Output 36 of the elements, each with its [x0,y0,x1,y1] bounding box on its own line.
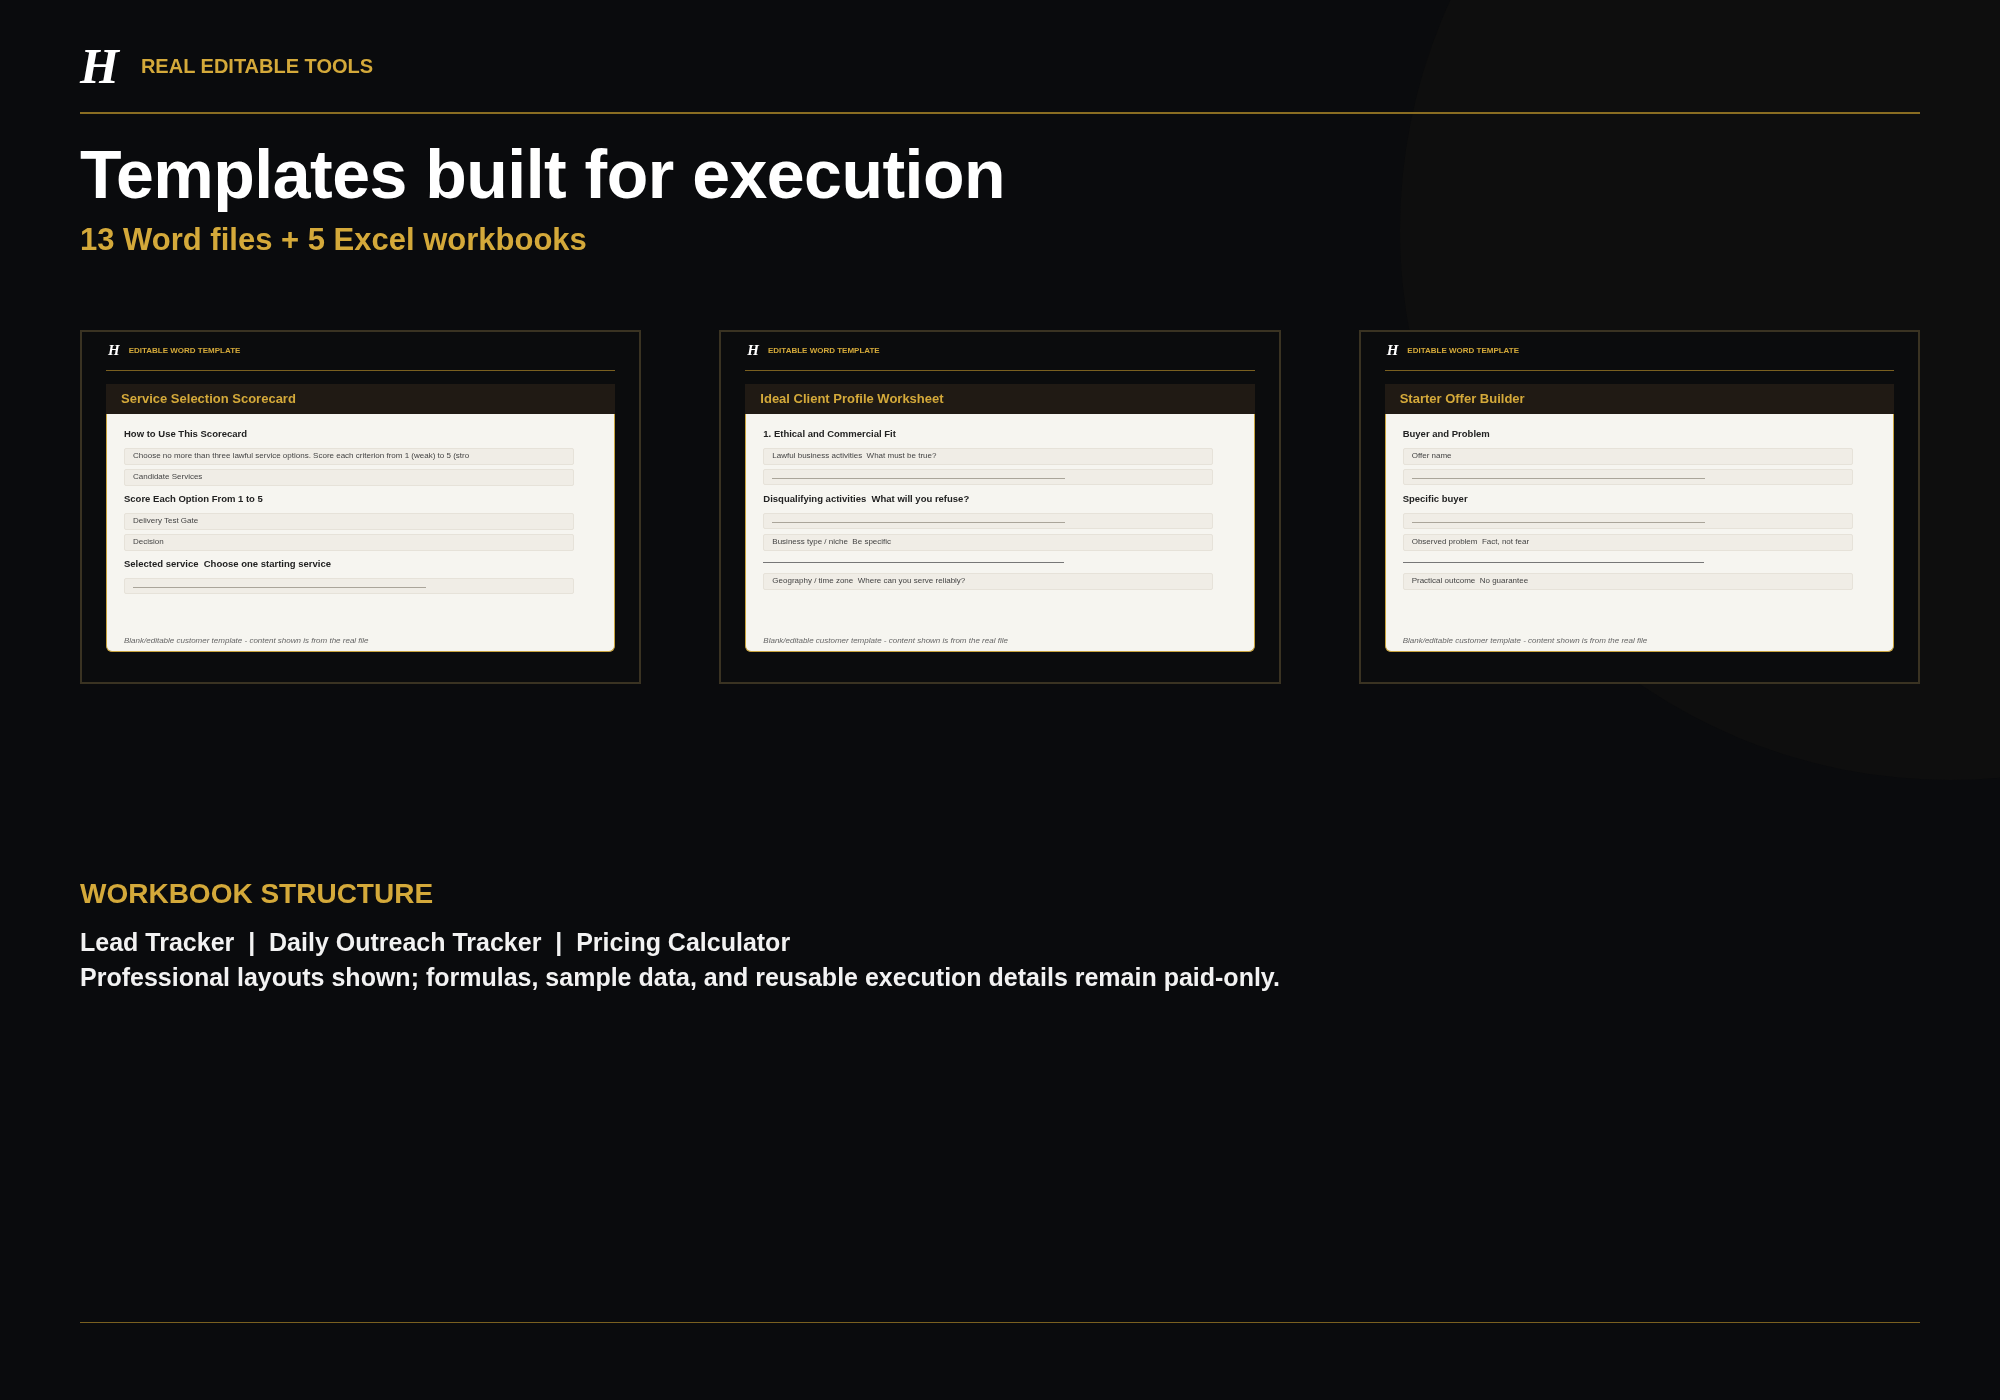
section-heading: WORKBOOK STRUCTURE [80,877,435,910]
section-heading: Disqualifying activities What will you refuse? [763,492,971,504]
section-heading: Specific buyer [1402,492,1469,504]
logo: H [747,342,759,360]
form-field: Geography / time zone Where can you serve reliably? [763,572,1214,590]
subtitle: 13 Word files + 5 Excel workbooks [80,221,588,258]
form-field: Candidate Services [124,468,574,486]
footnote: Blank/editable customer template - content shown is from the real file [124,635,369,645]
description-text: Lead Tracker | Daily Outreach Tracker | Pricing Calculator [80,927,792,957]
document-title: Service Selection Scorecard [106,383,616,414]
logo: H [1386,342,1399,360]
section-heading: Selected service Choose one starting service [124,557,332,569]
section-heading: Buyer and Problem [1402,427,1491,439]
template-label: EDITABLE WORD TEMPLATE [768,346,880,356]
brand-label: REAL EDITABLE TOOLS [140,54,374,78]
page-title: Templates built for execution [80,135,1007,214]
footnote: Blank/editable customer template - content shown is from the real file [763,635,1008,645]
form-field: Observed problem Fact, not fear [1402,533,1853,551]
document-title: Ideal Client Profile Worksheet [745,383,1255,414]
logo: H [108,342,120,360]
template-label: EDITABLE WORD TEMPLATE [128,346,241,356]
logo: H [80,41,119,91]
template-label: EDITABLE WORD TEMPLATE [1407,346,1520,356]
form-field: Delivery Test Gate [124,512,574,530]
description-text: Professional layouts shown; formulas, sample data, and reusable execution details remain paid-only. [80,962,1281,992]
form-field: Business type / niche Be specific [763,533,1214,551]
footnote: Blank/editable customer template - content shown is from the real file [1402,635,1648,645]
form-field: Decision [124,533,574,551]
section-heading: Score Each Option From 1 to 5 [124,492,264,504]
form-field: Offer name [1402,447,1853,465]
form-field: Practical outcome No guarantee [1402,572,1853,590]
document-title: Starter Offer Builder [1384,383,1894,414]
form-field: Choose no more than three lawful service options. Score each criterion from 1 (weak) to 5 (stro [124,447,574,465]
section-heading: 1. Ethical and Commercial Fit [763,427,897,439]
section-heading: How to Use This Scorecard [124,427,248,439]
form-field: Lawful business activities What must be true? [763,447,1214,465]
